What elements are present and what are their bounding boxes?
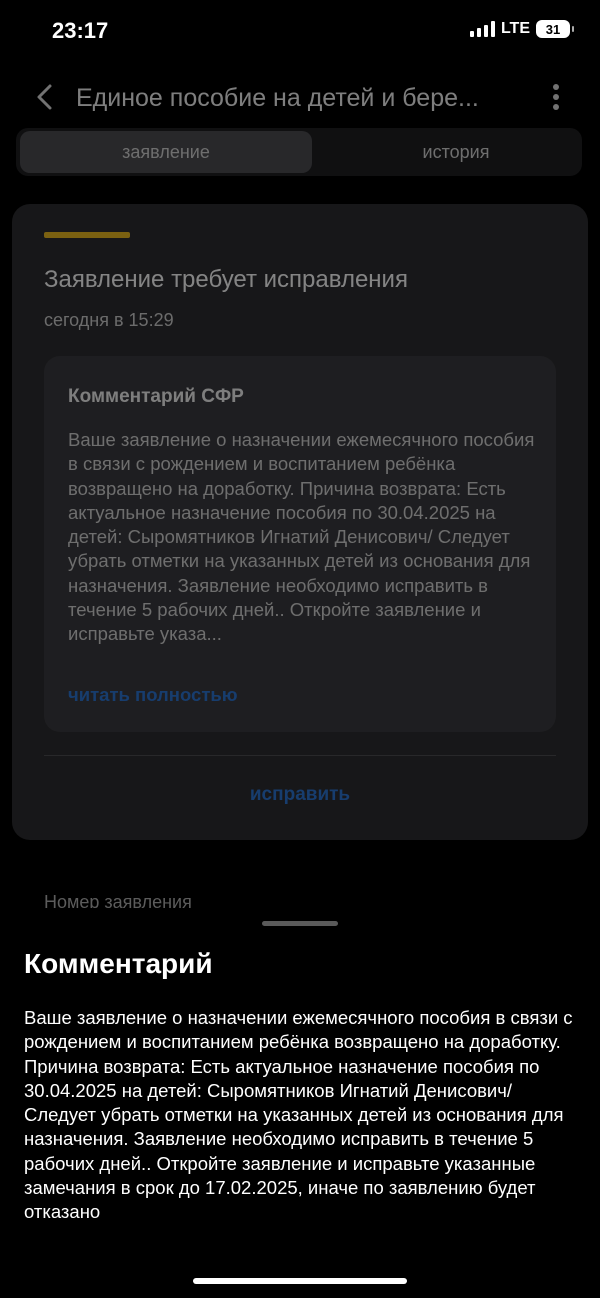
battery-level: 31 bbox=[545, 21, 561, 37]
page-title: Единое пособие на детей и бере... bbox=[76, 84, 479, 112]
tab-switcher: заявление история bbox=[16, 128, 582, 176]
comment-title: Комментарий СФР bbox=[68, 386, 244, 407]
chevron-left-icon[interactable] bbox=[30, 82, 58, 112]
tab-application[interactable]: заявление bbox=[20, 131, 312, 173]
home-indicator[interactable] bbox=[193, 1278, 407, 1284]
sheet-title: Комментарий bbox=[24, 948, 213, 979]
status-card: Заявление требует исправления сегодня в … bbox=[12, 204, 588, 840]
comment-preview: Ваше заявление о назначении ежемесячного… bbox=[68, 429, 535, 645]
network-type: LTE bbox=[500, 20, 530, 37]
signal-icon bbox=[469, 21, 495, 37]
screen: 23:17 LTE 31 Единое пособие на детей и б… bbox=[0, 0, 600, 1298]
more-vertical-icon[interactable] bbox=[546, 82, 566, 112]
sheet-grabber[interactable] bbox=[262, 921, 338, 926]
status-time-label: сегодня в 15:29 bbox=[44, 310, 174, 330]
battery-icon: 31 bbox=[536, 20, 574, 38]
fix-button[interactable]: исправить bbox=[12, 784, 588, 806]
tab-history[interactable]: история bbox=[316, 131, 596, 173]
sheet-comment-text: Ваше заявление о назначении ежемесячного… bbox=[24, 1007, 573, 1223]
status-accent-bar bbox=[44, 232, 130, 238]
status-time: 23:17 bbox=[52, 18, 109, 43]
comment-sheet: Комментарий Ваше заявление о назначении … bbox=[0, 908, 600, 1298]
status-indicators: LTE 31 bbox=[469, 20, 574, 38]
comment-box: Комментарий СФР Ваше заявление о назначе… bbox=[44, 356, 556, 732]
divider bbox=[44, 755, 556, 756]
status-title: Заявление требует исправления bbox=[44, 266, 408, 293]
read-more-link[interactable]: читать полностью bbox=[68, 684, 238, 706]
header: Единое пособие на детей и бере... bbox=[0, 72, 600, 122]
